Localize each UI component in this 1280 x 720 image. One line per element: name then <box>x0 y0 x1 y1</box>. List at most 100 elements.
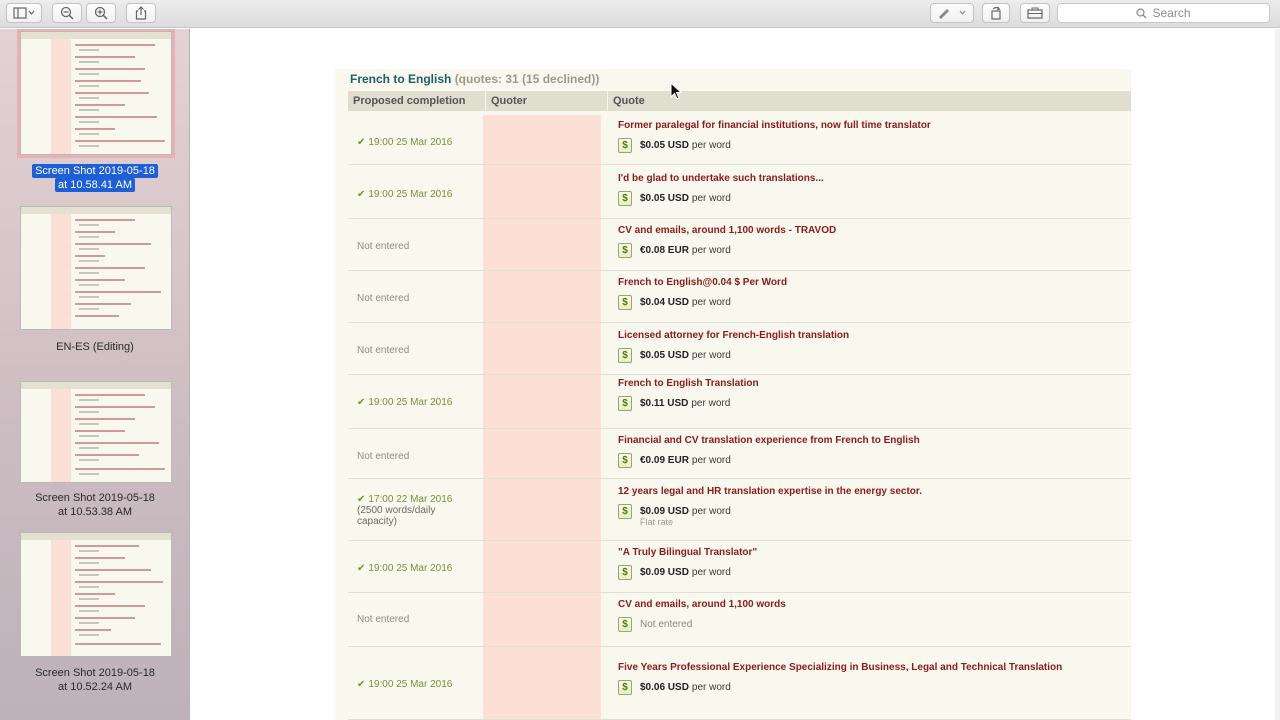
quote-price: $ $0.06 USD per word <box>618 680 731 695</box>
search-placeholder: Search <box>1152 6 1191 20</box>
toolbar: Search <box>0 0 1280 28</box>
quote-title-link[interactable]: Former paralegal for financial instituti… <box>618 120 931 131</box>
column-header-proposed-completion: Proposed completion <box>348 91 486 111</box>
quote-title-link[interactable]: French to English Translation <box>618 378 759 389</box>
dollar-icon: $ <box>618 295 632 310</box>
zoom-in-button[interactable] <box>86 3 116 23</box>
flat-rate-label: Flat rate <box>640 517 674 527</box>
dollar-icon: $ <box>618 396 632 411</box>
column-header-quote: Quote <box>613 95 645 107</box>
table-header: Proposed completion Quoter Quote <box>348 91 1131 111</box>
check-icon: ✔ <box>357 397 366 408</box>
markup-pen-icon <box>939 9 966 19</box>
proposed-completion: Not entered <box>357 614 409 625</box>
proposed-completion: Not entered <box>357 451 409 462</box>
price-not-entered: Not entered <box>640 619 693 630</box>
table-row[interactable]: Not entered CV and emails, around 1,100 w… <box>348 219 1131 271</box>
price-unit: per word <box>691 455 731 466</box>
thumbnail-en-es[interactable] <box>20 206 172 330</box>
completion-text: Not entered <box>357 345 410 356</box>
proposed-completion: Not entered <box>357 241 409 252</box>
price-amount: $0.05 USD <box>640 193 689 204</box>
quote-title-link[interactable]: "A Truly Bilingual Translator" <box>618 547 757 558</box>
share-button[interactable] <box>126 3 156 23</box>
page-title: French to English (quotes: 31 (15 declin… <box>350 72 600 86</box>
dollar-icon: $ <box>618 565 632 580</box>
completion-text: 19:00 25 Mar 2016 <box>368 679 453 690</box>
table-row[interactable]: ✔ 17:00 22 Mar 2016 (2500 words/daily capa… <box>348 479 1131 541</box>
thumbnail-caption-1058[interactable]: Screen Shot 2019-05-18 at 10.58.41 AM <box>0 164 189 192</box>
check-icon: ✔ <box>357 679 366 690</box>
price-amount: $0.06 USD <box>640 682 689 693</box>
sidebar-icon <box>13 7 35 19</box>
dollar-icon: $ <box>618 617 632 632</box>
document-view[interactable]: French to English (quotes: 31 (15 declin… <box>191 29 1275 720</box>
toolbox-button[interactable] <box>1020 3 1050 23</box>
table-row[interactable]: Not entered CV and emails, around 1,100 w… <box>348 593 1131 647</box>
proposed-completion: ✔ 17:00 22 Mar 2016 (2500 words/daily capa… <box>357 494 457 527</box>
zoom-in-icon <box>94 6 108 20</box>
table-row[interactable]: ✔ 19:00 25 Mar 2016 Five Years Professiona… <box>348 647 1131 720</box>
zoom-out-button[interactable] <box>52 3 82 23</box>
table-row[interactable]: ✔ 19:00 25 Mar 2016 I'd be glad to underta… <box>348 165 1131 219</box>
toolbox-icon <box>1027 7 1043 19</box>
table-row[interactable]: ✔ 19:00 25 Mar 2016 "A Truly Bilingual Tra… <box>348 541 1131 593</box>
quote-title-link[interactable]: 12 years legal and HR translation expert… <box>618 486 922 497</box>
price-unit: per word <box>691 193 731 204</box>
search-input[interactable]: Search <box>1057 3 1270 23</box>
dollar-icon: $ <box>618 348 632 363</box>
completion-text: Not entered <box>357 614 410 625</box>
table-row[interactable]: Not entered Financial and CV translation … <box>348 429 1131 479</box>
completion-text: 19:00 25 Mar 2016 <box>368 189 453 200</box>
sidebar-toggle-button[interactable] <box>6 3 42 23</box>
dollar-icon: $ <box>618 138 632 153</box>
thumbnail-caption-1052[interactable]: Screen Shot 2019-05-18 at 10.52.24 AM <box>0 666 189 694</box>
check-icon: ✔ <box>357 563 366 574</box>
quote-title-link[interactable]: French to English@0.04 $ Per Word <box>618 277 787 288</box>
completion-text: Not entered <box>357 451 410 462</box>
table-row[interactable]: ✔ 19:00 25 Mar 2016 French to English Tran… <box>348 375 1131 429</box>
table-row[interactable]: Not entered French to English@0.04 $ Per … <box>348 271 1131 323</box>
thumbnail-screenshot-1053[interactable] <box>20 381 172 483</box>
quote-title-link[interactable]: Five Years Professional Experience Speci… <box>618 662 1062 673</box>
quote-title-link[interactable]: CV and emails, around 1,100 words - TRAV… <box>618 225 836 236</box>
price-amount: $0.05 USD <box>640 350 689 361</box>
quote-price: $ $0.11 USD per word <box>618 396 730 411</box>
proposed-completion: ✔ 19:00 25 Mar 2016 <box>357 563 452 574</box>
price-amount: €0.08 EUR <box>640 245 689 256</box>
price-amount: $0.11 USD <box>640 398 689 409</box>
completion-note: (2500 words/daily capacity) <box>357 505 436 527</box>
thumbnail-caption-en-es[interactable]: EN-ES (Editing) <box>0 340 189 354</box>
check-icon: ✔ <box>357 137 366 148</box>
page-subtitle: (quotes: 31 (15 declined)) <box>454 72 600 86</box>
proposed-completion: ✔ 19:00 25 Mar 2016 <box>357 679 452 690</box>
thumbnail-sidebar: Screen Shot 2019-05-18 at 10.58.41 AM EN-… <box>0 29 190 720</box>
dollar-icon: $ <box>618 504 632 519</box>
quote-title-link[interactable]: Financial and CV translation experience … <box>618 435 920 446</box>
proposed-completion: ✔ 19:00 25 Mar 2016 <box>357 137 452 148</box>
column-header-quoter: Quoter <box>486 91 608 111</box>
dollar-icon: $ <box>618 191 632 206</box>
quote-price: $ $0.05 USD per word <box>618 138 731 153</box>
thumbnail-caption-1053[interactable]: Screen Shot 2019-05-18 at 10.53.38 AM <box>0 491 189 519</box>
table-row[interactable]: Not entered Licensed attorney for French-… <box>348 323 1131 375</box>
proposed-completion: Not entered <box>357 345 409 356</box>
quote-title-link[interactable]: CV and emails, around 1,100 words <box>618 599 786 610</box>
completion-text: Not entered <box>357 293 410 304</box>
quote-title-link[interactable]: I'd be glad to undertake such translatio… <box>618 173 824 184</box>
completion-text: 19:00 25 Mar 2016 <box>368 137 453 148</box>
quote-title-link[interactable]: Licensed attorney for French-English tra… <box>618 330 849 341</box>
thumbnail-screenshot-1052[interactable] <box>20 532 172 657</box>
thumbnail-screenshot-1058[interactable] <box>17 29 175 158</box>
check-icon: ✔ <box>357 494 366 505</box>
vertical-scrollbar[interactable] <box>1275 29 1280 720</box>
share-icon <box>135 6 147 20</box>
zoom-out-icon <box>60 6 74 20</box>
rotate-button[interactable] <box>982 3 1010 23</box>
table-row[interactable]: ✔ 19:00 25 Mar 2016 Former paralegal for f… <box>348 115 1131 165</box>
price-amount: $0.09 USD <box>640 567 689 578</box>
search-icon <box>1136 7 1147 18</box>
check-icon: ✔ <box>357 189 366 200</box>
markup-button[interactable] <box>930 3 974 23</box>
price-unit: per word <box>691 398 731 409</box>
